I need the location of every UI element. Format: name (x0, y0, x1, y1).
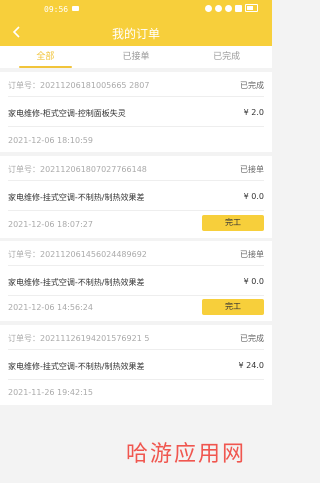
order-number: 订单号：202112061456024489692 (8, 250, 147, 259)
order-price: ¥ 0.0 (243, 277, 264, 286)
wifi-icon (225, 4, 232, 12)
order-status: 已接单 (240, 250, 264, 259)
complete-button[interactable]: 完工 (202, 299, 264, 315)
complete-button[interactable]: 完工 (202, 215, 264, 231)
order-number: 订单号：20211126194201576921 5 (8, 334, 150, 343)
divider (8, 180, 264, 181)
order-service: 家电维修-柜式空调-控制面板失灵 (8, 109, 126, 118)
page-title: 我的订单 (111, 27, 160, 41)
nav-bar: 我的订单 (0, 18, 272, 46)
order-date: 2021-12-06 14:56:24 (8, 303, 93, 312)
order-card[interactable]: 订单号：20211126194201576921 5 已完成 家电维修-挂式空调… (0, 325, 272, 405)
order-price: ¥ 2.0 (243, 108, 264, 117)
signal-icon (235, 4, 242, 12)
divider (8, 210, 264, 211)
sync-icon (215, 4, 222, 12)
order-number: 订单号：20211206181005665 2807 (8, 81, 150, 90)
tab-accepted[interactable]: 已接单 (91, 46, 182, 68)
app-header: 09:56 我的订单 (0, 0, 272, 46)
order-status: 已完成 (240, 81, 264, 90)
order-card[interactable]: 订单号：202112061807027766148 已接单 家电维修-挂式空调-… (0, 156, 272, 238)
battery-icon (245, 4, 258, 12)
order-card[interactable]: 订单号：20211206181005665 2807 已完成 家电维修-柜式空调… (0, 72, 272, 152)
order-service: 家电维修-挂式空调-不制热/制热效果差 (8, 362, 145, 371)
notification-icon (72, 6, 79, 11)
tab-all[interactable]: 全部 (0, 46, 91, 68)
order-price: ¥ 0.0 (243, 192, 264, 201)
divider (8, 96, 264, 97)
divider (8, 349, 264, 350)
alarm-icon (205, 4, 212, 12)
order-date: 2021-11-26 19:42:15 (8, 388, 93, 397)
divider (8, 295, 264, 296)
order-service: 家电维修-挂式空调-不制热/制热效果差 (8, 193, 145, 202)
divider (8, 379, 264, 380)
order-tabs: 全部 已接单 已完成 (0, 46, 272, 68)
order-service: 家电维修-挂式空调-不制热/制热效果差 (8, 278, 145, 287)
watermark-text: 哈游应用网 (126, 442, 247, 467)
order-date: 2021-12-06 18:10:59 (8, 136, 93, 145)
order-status: 已完成 (240, 334, 264, 343)
tab-completed[interactable]: 已完成 (181, 46, 272, 68)
status-icons (205, 4, 258, 12)
divider (8, 265, 264, 266)
order-price: ¥ 24.0 (238, 361, 264, 370)
status-time: 09:56 (44, 5, 69, 14)
status-bar: 09:56 (0, 0, 272, 18)
order-status: 已接单 (240, 165, 264, 174)
order-card[interactable]: 订单号：202112061456024489692 已接单 家电维修-挂式空调-… (0, 241, 272, 321)
order-number: 订单号：202112061807027766148 (8, 165, 147, 174)
divider (8, 126, 264, 127)
order-date: 2021-12-06 18:07:27 (8, 220, 93, 229)
